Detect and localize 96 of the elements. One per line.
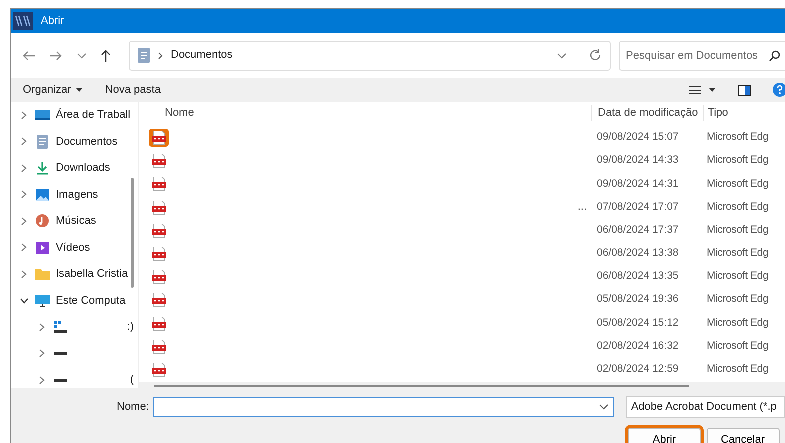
sidebar-item[interactable]: :)	[11, 314, 138, 340]
column-header[interactable]: Nome	[139, 104, 591, 122]
dropdown-caret-icon[interactable]	[599, 404, 610, 410]
pdf-file-icon[interactable]	[152, 270, 166, 284]
organize-menu-button[interactable]: Organizar	[23, 82, 84, 98]
address-bar[interactable]: Documentos	[129, 40, 611, 70]
type-cell: Microsoft Edg	[707, 131, 769, 144]
search-icon[interactable]	[769, 50, 781, 62]
date-cell: 09/08/2024 14:31	[597, 178, 679, 190]
type-cell: Microsoft Edg	[707, 224, 769, 236]
date-cell: 07/08/2024 17:07	[597, 200, 679, 213]
pdf-file-icon[interactable]	[152, 340, 166, 354]
pdf-file-icon[interactable]	[152, 293, 166, 308]
caret-icon[interactable]	[76, 88, 84, 92]
sidebar-item-label: Vídeos	[56, 240, 90, 256]
sidebar-item[interactable]: Documentos	[11, 128, 138, 155]
date-cell: 06/08/2024 13:38	[597, 247, 679, 260]
date-cell: 09/08/2024 15:07	[597, 131, 679, 144]
window-title: Abrir	[41, 14, 64, 29]
new-folder-button[interactable]: Nova pasta	[105, 82, 161, 98]
pdf-file-icon[interactable]	[152, 362, 166, 377]
pdf-file-icon[interactable]	[152, 154, 166, 168]
sidebar-item[interactable]: Este Computa	[11, 288, 138, 314]
forward-arrow-icon[interactable]	[49, 50, 64, 62]
back-arrow-icon[interactable]	[22, 50, 36, 62]
type-cell: Microsoft Edg	[707, 178, 769, 190]
desktop-icon	[35, 108, 50, 122]
pdf-file-icon[interactable]	[152, 224, 166, 238]
sidebar-item[interactable]: Área de Traball	[11, 102, 138, 128]
date-cell: 02/08/2024 16:32	[597, 340, 679, 352]
sidebar-item[interactable]: Downloads	[11, 155, 138, 182]
download-icon	[35, 161, 50, 176]
date-cell: 06/08/2024 17:37	[597, 224, 679, 236]
type-cell: Microsoft Edg	[707, 316, 769, 329]
date-cell: 09/08/2024 14:33	[597, 154, 679, 166]
date-cell: 06/08/2024 13:35	[597, 270, 679, 282]
type-cell: Microsoft Edg	[707, 293, 769, 306]
type-cell: Microsoft Edg	[707, 270, 769, 282]
documents-icon	[138, 48, 150, 63]
sidebar-item[interactable]: (	[11, 367, 138, 394]
type-cell: Microsoft Edg	[707, 200, 769, 213]
file-name[interactable]: ...	[578, 199, 587, 216]
picture-icon	[35, 188, 50, 202]
breadcrumb-item[interactable]: Documentos	[171, 47, 233, 64]
file-name-field[interactable]	[153, 397, 614, 417]
video-icon	[35, 240, 50, 255]
app-icon	[13, 12, 33, 30]
pdf-file-icon[interactable]	[152, 200, 166, 215]
sidebar-item-label: Downloads	[56, 161, 110, 176]
sidebar-item-label: (	[130, 373, 134, 388]
monitor-icon	[35, 294, 50, 308]
refresh-icon[interactable]	[589, 49, 602, 62]
sidebar-item-label: Músicas	[56, 214, 96, 229]
drive-icon	[53, 352, 68, 356]
sidebar-item-label: Este Computa	[56, 294, 126, 308]
documents-icon	[35, 134, 50, 149]
music-icon	[35, 214, 50, 228]
type-cell: Microsoft Edg	[707, 247, 769, 260]
folder-icon	[35, 267, 50, 282]
sidebar-item[interactable]: Músicas	[11, 208, 138, 234]
column-header[interactable]: Tipo	[703, 104, 785, 122]
drive-icon	[53, 378, 68, 382]
search-field[interactable]: Pesquisar em Documentos	[619, 40, 785, 70]
sidebar-item[interactable]: Imagens	[11, 182, 138, 208]
expand-chevron-icon[interactable]	[19, 298, 29, 304]
sidebar-item[interactable]: Vídeos	[11, 234, 138, 261]
scrollbar-thumb[interactable]	[131, 178, 134, 288]
file-type-dropdown[interactable]: Adobe Acrobat Document (*.p	[626, 396, 785, 418]
date-cell: 05/08/2024 15:12	[597, 316, 679, 329]
sidebar-item-label: :)	[127, 320, 134, 335]
drive-icon	[53, 320, 68, 334]
pdf-file-icon[interactable]	[152, 131, 166, 146]
sidebar-item-label: Área de Traball	[56, 108, 131, 123]
column-header[interactable]: Data de modificação	[591, 104, 703, 122]
dropdown-caret-icon[interactable]	[709, 88, 716, 92]
open-button[interactable]: Abrir	[628, 428, 701, 443]
sidebar-item[interactable]: Isabella Cristia	[11, 261, 138, 288]
chevron-icon	[158, 52, 163, 60]
scrollbar-thumb[interactable]	[154, 384, 689, 387]
help-icon[interactable]	[773, 83, 785, 97]
type-cell: Microsoft Edg	[707, 363, 769, 376]
preview-pane-icon[interactable]	[738, 84, 751, 96]
pdf-file-icon[interactable]	[152, 177, 166, 192]
date-cell: 02/08/2024 12:59	[597, 363, 679, 376]
type-cell: Microsoft Edg	[707, 340, 769, 352]
file-name-label: Nome:	[117, 400, 150, 415]
pdf-file-icon[interactable]	[152, 316, 166, 331]
view-options-icon[interactable]	[689, 86, 701, 94]
up-arrow-icon[interactable]	[100, 48, 112, 62]
type-cell: Microsoft Edg	[707, 154, 769, 166]
cancel-button[interactable]: Cancelar	[706, 428, 780, 443]
date-cell: 05/08/2024 19:36	[597, 293, 679, 306]
sidebar-item-label: Documentos	[56, 134, 118, 150]
sidebar-item-label: Imagens	[56, 188, 98, 202]
pdf-file-icon[interactable]	[152, 246, 166, 261]
sidebar-item-label: Isabella Cristia	[56, 267, 128, 282]
